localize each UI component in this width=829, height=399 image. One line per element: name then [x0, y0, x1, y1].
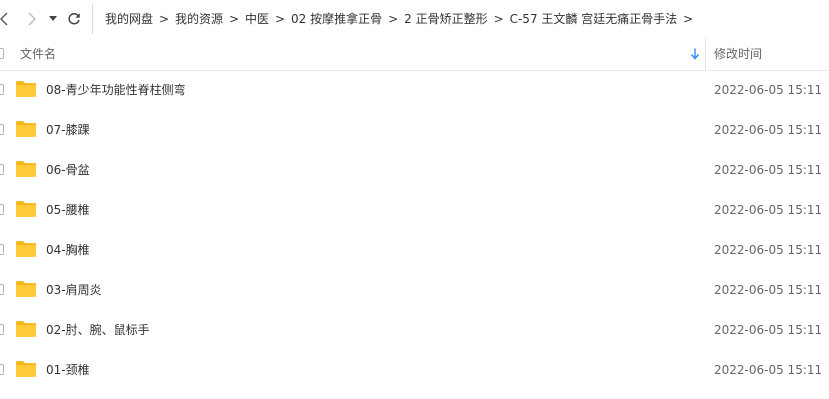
select-all-checkbox[interactable] — [0, 48, 4, 59]
refresh-icon — [68, 12, 80, 25]
modified-date: 2022-06-05 15:11 — [714, 363, 823, 377]
caret-down-icon — [49, 16, 57, 21]
folder-icon — [16, 81, 36, 97]
sort-down-icon[interactable] — [690, 48, 700, 60]
file-name: 02-肘、腕、鼠标手 — [46, 323, 150, 337]
folder-icon — [16, 161, 36, 177]
breadcrumb-item[interactable]: 中医 — [245, 4, 269, 34]
column-header: 文件名 修改时间 — [0, 38, 829, 71]
file-name: 03-肩周炎 — [46, 283, 102, 297]
folder-icon — [16, 281, 36, 297]
file-name: 04-胸椎 — [46, 243, 90, 257]
modified-date: 2022-06-05 15:11 — [714, 243, 823, 257]
breadcrumb-separator: > — [388, 12, 399, 26]
breadcrumb-item[interactable]: 我的资源 — [175, 4, 223, 34]
folder-icon — [16, 241, 36, 257]
modified-date: 2022-06-05 15:11 — [714, 283, 823, 297]
modified-date: 2022-06-05 15:11 — [714, 123, 823, 137]
list-item[interactable]: 01-颈椎 2022-06-05 15:11 — [0, 350, 829, 390]
list-item[interactable]: 03-肩周炎 2022-06-05 15:11 — [0, 270, 829, 310]
list-item[interactable]: 07-膝踝 2022-06-05 15:11 — [0, 110, 829, 150]
chevron-left-icon — [0, 12, 8, 26]
file-name: 06-骨盆 — [46, 163, 90, 177]
row-checkbox[interactable] — [0, 124, 4, 135]
forward-button[interactable] — [24, 8, 40, 30]
file-name: 07-膝踝 — [46, 123, 90, 137]
modified-date: 2022-06-05 15:11 — [714, 163, 823, 177]
file-name: 08-青少年功能性脊柱侧弯 — [46, 83, 186, 97]
refresh-button[interactable] — [64, 8, 84, 30]
column-divider[interactable] — [705, 38, 706, 70]
row-checkbox[interactable] — [0, 324, 4, 335]
list-item[interactable]: 08-青少年功能性脊柱侧弯 2022-06-05 15:11 — [0, 70, 829, 110]
modified-date: 2022-06-05 15:11 — [714, 203, 823, 217]
modified-date: 2022-06-05 15:11 — [714, 83, 823, 97]
file-name: 01-颈椎 — [46, 363, 90, 377]
list-item[interactable]: 06-骨盆 2022-06-05 15:11 — [0, 150, 829, 190]
folder-icon — [16, 361, 36, 377]
breadcrumb-item[interactable]: 我的网盘 — [105, 4, 153, 34]
list-item[interactable]: 05-腰椎 2022-06-05 15:11 — [0, 190, 829, 230]
breadcrumb-separator: > — [229, 12, 240, 26]
list-item[interactable]: 04-胸椎 2022-06-05 15:11 — [0, 230, 829, 270]
row-checkbox[interactable] — [0, 284, 4, 295]
breadcrumb-separator: > — [275, 12, 286, 26]
folder-icon — [16, 121, 36, 137]
row-checkbox[interactable] — [0, 364, 4, 375]
file-browser-window: 我的网盘 > 我的资源 > 中医 >02 按摩推拿正骨 >2 正骨矫正整形 > C-57 王文麟… — [0, 0, 829, 399]
row-checkbox[interactable] — [0, 244, 4, 255]
row-checkbox[interactable] — [0, 204, 4, 215]
breadcrumb-separator: > — [158, 12, 170, 26]
breadcrumb-separator: > — [493, 12, 504, 26]
list-item[interactable]: 02-肘、腕、鼠标手 2022-06-05 15:11 — [0, 310, 829, 350]
navigation-bar: 我的网盘 > 我的资源 > 中医 >02 按摩推拿正骨 >2 正骨矫正整形 > C-57 王文麟… — [0, 0, 829, 38]
row-checkbox[interactable] — [0, 84, 4, 95]
file-name: 05-腰椎 — [46, 203, 90, 217]
modified-column-header[interactable]: 修改时间 — [714, 38, 762, 70]
row-checkbox[interactable] — [0, 164, 4, 175]
breadcrumb: 我的网盘 > 我的资源 > 中医 >02 按摩推拿正骨 >2 正骨矫正整形 > C-57 王文麟… — [92, 4, 829, 34]
file-list: 08-青少年功能性脊柱侧弯 2022-06-05 15:11 07-膝踝 2022-0… — [0, 70, 829, 390]
modified-date: 2022-06-05 15:11 — [714, 323, 823, 337]
breadcrumb-item[interactable]: 2 正骨矫正整形 — [404, 4, 487, 34]
folder-icon — [16, 201, 36, 217]
folder-icon — [16, 321, 36, 337]
name-column-header[interactable]: 文件名 — [20, 38, 56, 70]
back-button[interactable] — [0, 8, 12, 30]
history-dropdown-button[interactable] — [46, 8, 60, 30]
chevron-right-icon — [28, 12, 36, 26]
breadcrumb-item[interactable]: 02 按摩推拿正骨 — [291, 4, 382, 34]
breadcrumb-item[interactable]: C-57 王文麟 宫廷无痛正骨手法 — [510, 4, 678, 34]
breadcrumb-separator: > — [683, 12, 694, 26]
